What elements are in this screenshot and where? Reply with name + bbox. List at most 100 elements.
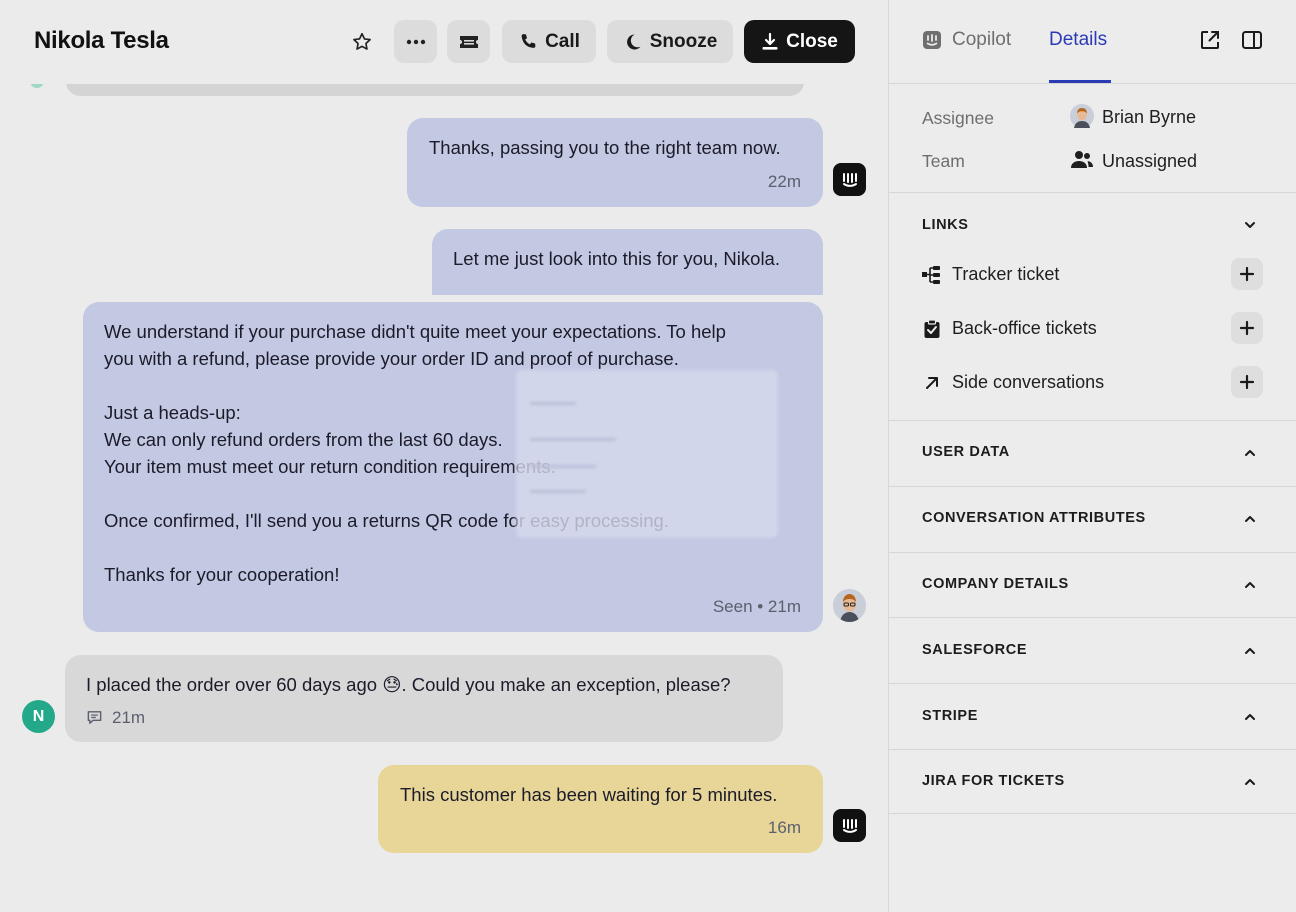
- details-sidebar: Copilot Details Assignee Brian Byrne Tea…: [888, 0, 1296, 912]
- assignee-avatar: [1070, 104, 1094, 133]
- link-side-conversations[interactable]: Side conversations: [922, 365, 1262, 401]
- message-timestamp: 22m: [767, 172, 801, 191]
- divider: [889, 486, 1296, 487]
- plus-icon: [1239, 374, 1255, 390]
- section-title-salesforce[interactable]: SALESFORCE: [922, 642, 1027, 658]
- add-back-office-ticket-button[interactable]: [1231, 312, 1263, 344]
- external-link-icon: [1201, 31, 1219, 49]
- blurred-overlay: [516, 370, 778, 538]
- link-label: Side conversations: [952, 372, 1105, 392]
- chevron-up-icon: [1245, 648, 1255, 654]
- section-title-stripe[interactable]: STRIPE: [922, 708, 978, 724]
- convert-to-ticket-button[interactable]: [447, 20, 490, 63]
- add-side-conversation-button[interactable]: [1231, 366, 1263, 398]
- snooze-button[interactable]: z Snooze: [607, 20, 733, 63]
- conversation-attributes-toggle[interactable]: [1243, 512, 1257, 531]
- jira-for-tickets-toggle[interactable]: [1243, 775, 1257, 794]
- message-timestamp: 16m: [767, 818, 801, 837]
- link-tracker-ticket[interactable]: Tracker ticket: [922, 257, 1262, 293]
- fin-logo-icon: [842, 172, 857, 187]
- chevron-up-icon: [1245, 450, 1255, 456]
- conversation-header: Nikola Tesla Call z Snooze Close: [0, 0, 888, 84]
- section-title-jira-for-tickets[interactable]: JIRA FOR TICKETS: [922, 773, 1065, 789]
- stripe-toggle[interactable]: [1243, 710, 1257, 729]
- star-button[interactable]: [342, 20, 382, 63]
- divider: [889, 420, 1296, 421]
- star-icon: [353, 32, 371, 50]
- close-conversation-button[interactable]: Close: [744, 20, 855, 63]
- tab-details[interactable]: Details: [1049, 29, 1107, 51]
- link-label: Back-office tickets: [952, 318, 1097, 338]
- message-bubble: Thanks, passing you to the right team no…: [407, 118, 823, 207]
- divider: [889, 617, 1296, 618]
- divider: [889, 813, 1296, 814]
- user-avatar: N: [22, 700, 55, 733]
- ticket-icon: [459, 35, 478, 48]
- more-icon: [406, 39, 425, 44]
- conversation-pane: Nikola Tesla Call z Snooze Close Thanks,…: [0, 0, 888, 912]
- sidebar-layout-icon: [1242, 31, 1262, 49]
- note-bubble: This customer has been waiting for 5 min…: [378, 765, 823, 853]
- team-icon: [1070, 149, 1094, 176]
- add-tracker-ticket-button[interactable]: [1231, 258, 1263, 290]
- phone-icon: [521, 33, 536, 48]
- chevron-up-icon: [1245, 779, 1255, 785]
- conversation-title: Nikola Tesla: [34, 27, 169, 54]
- message-bubble: Let me just look into this for you, Niko…: [432, 229, 823, 295]
- chat-channel-icon: [87, 711, 102, 724]
- section-title-links: LINKS: [922, 217, 969, 233]
- plus-icon: [1239, 320, 1255, 336]
- divider: [889, 683, 1296, 684]
- close-tray-icon: [762, 32, 778, 50]
- fin-logo-icon: [842, 818, 857, 833]
- salesforce-toggle[interactable]: [1243, 644, 1257, 663]
- chevron-up-icon: [1245, 582, 1255, 588]
- person-photo-icon: [1070, 104, 1094, 128]
- message-text: Thanks, passing you to the right team no…: [429, 137, 781, 158]
- more-options-button[interactable]: [394, 20, 437, 63]
- chevron-up-icon: [1245, 714, 1255, 720]
- svg-text:z: z: [634, 37, 638, 44]
- toggle-sidebar-button[interactable]: [1241, 29, 1263, 56]
- divider: [889, 192, 1296, 193]
- active-tab-indicator: [1049, 80, 1111, 83]
- assignee-label: Assignee: [922, 108, 994, 128]
- tab-copilot-label: Copilot: [952, 29, 1012, 50]
- section-title-company-details[interactable]: COMPANY DETAILS: [922, 576, 1069, 592]
- user-data-toggle[interactable]: [1243, 446, 1257, 465]
- tracker-icon: [922, 265, 942, 290]
- message-meta: 21m: [86, 704, 145, 731]
- message-text: I placed the order over 60 days ago 😓. C…: [86, 674, 731, 695]
- divider: [889, 552, 1296, 553]
- snooze-icon: z: [626, 33, 641, 49]
- team-value[interactable]: Unassigned: [1102, 151, 1197, 172]
- divider: [889, 749, 1296, 750]
- fin-avatar: [833, 163, 866, 196]
- call-button[interactable]: Call: [502, 20, 596, 63]
- links-collapse-button[interactable]: [1243, 218, 1257, 237]
- tab-details-label: Details: [1049, 29, 1108, 50]
- message-text: Let me just look into this for you, Niko…: [453, 248, 780, 269]
- copilot-icon: [923, 31, 941, 49]
- section-title-user-data[interactable]: USER DATA: [922, 444, 1010, 460]
- assignee-value[interactable]: Brian Byrne: [1102, 107, 1196, 128]
- clipboard-icon: [922, 319, 942, 344]
- chevron-up-icon: [1245, 516, 1255, 522]
- chevron-down-icon: [1245, 222, 1255, 228]
- tab-copilot[interactable]: Copilot: [922, 29, 1011, 51]
- person-photo-icon: [833, 589, 866, 622]
- message-bubble: I placed the order over 60 days ago 😓. C…: [65, 655, 783, 742]
- fin-avatar: [833, 809, 866, 842]
- message-seen-status: Seen • 21m: [712, 597, 801, 616]
- plus-icon: [1239, 266, 1255, 282]
- admin-avatar: [833, 589, 866, 622]
- close-button-label: Close: [786, 30, 838, 52]
- company-details-toggle[interactable]: [1243, 578, 1257, 597]
- sidebar-tabs: Copilot Details: [889, 0, 1296, 84]
- link-back-office-tickets[interactable]: Back-office tickets: [922, 311, 1262, 347]
- link-label: Tracker ticket: [952, 264, 1060, 284]
- section-title-conversation-attributes[interactable]: CONVERSATION ATTRIBUTES: [922, 510, 1146, 526]
- team-label: Team: [922, 151, 965, 171]
- open-external-button[interactable]: [1199, 29, 1221, 56]
- arrow-up-right-icon: [922, 373, 942, 398]
